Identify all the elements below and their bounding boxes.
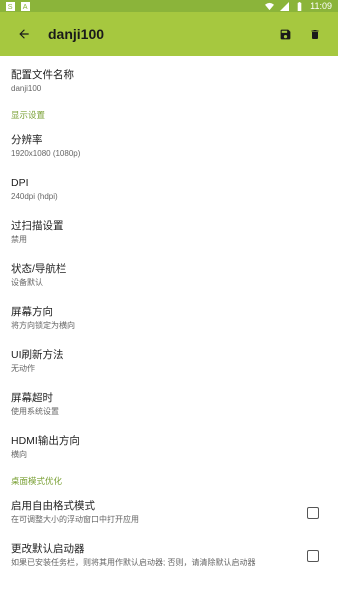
hdmi-orientation-title: HDMI输出方向: [11, 435, 80, 447]
default-launcher-title: 更改默认启动器: [11, 543, 85, 555]
back-button[interactable]: [8, 18, 40, 50]
screen-orientation-subtitle: 将方向锁定为横向: [11, 321, 75, 330]
overscan-item[interactable]: 过扫描设置 禁用: [0, 211, 338, 254]
screen-timeout-subtitle: 使用系统设置: [11, 407, 59, 416]
config-name-title: 配置文件名称: [11, 69, 74, 81]
battery-icon: [297, 1, 302, 11]
ui-refresh-subtitle: 无动作: [11, 364, 35, 373]
delete-button[interactable]: [300, 19, 330, 49]
status-time: 11:09: [310, 1, 332, 11]
freeform-mode-text: 启用自由格式模式 在可调整大小的浮动窗口中打开应用: [11, 499, 139, 526]
section-header-desktop: 桌面模式优化: [11, 476, 63, 486]
resolution-title: 分辨率: [11, 134, 43, 146]
delete-icon: [311, 29, 319, 39]
status-nav-bar-item[interactable]: 状态/导航栏 设备默认: [0, 254, 338, 297]
default-launcher-text: 更改默认启动器 如果已安装任务栏，则将其用作默认启动器; 否则，请清除默认启动器: [11, 542, 255, 569]
hdmi-orientation-subtitle: 横向: [11, 450, 27, 459]
hdmi-orientation-item[interactable]: HDMI输出方向 横向: [0, 426, 338, 469]
ui-refresh-item[interactable]: UI刷新方法 无动作: [0, 340, 338, 383]
svg-text:S: S: [8, 2, 13, 11]
status-left: S A: [6, 1, 30, 11]
screen-timeout-item[interactable]: 屏幕超时 使用系统设置: [0, 383, 338, 426]
dpi-item[interactable]: DPI 240dpi (hdpi): [0, 168, 338, 211]
signal-icon: [280, 1, 290, 11]
app-bar: danji100: [0, 12, 338, 56]
overscan-title: 过扫描设置: [11, 220, 64, 232]
ui-refresh-title: UI刷新方法: [11, 349, 64, 361]
status-nav-bar-subtitle: 设备默认: [11, 278, 43, 287]
s-icon: S: [6, 1, 15, 11]
a-icon: A: [21, 1, 30, 11]
status-nav-bar-title: 状态/导航栏: [11, 263, 67, 275]
freeform-mode-checkbox[interactable]: [307, 506, 319, 519]
screen-orientation-title: 屏幕方向: [11, 306, 53, 318]
status-right: 11:09: [265, 1, 332, 11]
arrow-back-icon: [19, 29, 29, 39]
settings-list: 配置文件名称 danji100 显示设置 分辨率 1920x1080 (1080…: [0, 56, 338, 577]
wifi-icon: [265, 2, 275, 10]
resolution-item[interactable]: 分辨率 1920x1080 (1080p): [0, 125, 338, 168]
default-launcher-item[interactable]: 更改默认启动器 如果已安装任务栏，则将其用作默认启动器; 否则，请清除默认启动器: [0, 534, 338, 577]
status-bar: S A 11:09: [0, 0, 338, 12]
default-launcher-subtitle: 如果已安装任务栏，则将其用作默认启动器; 否则，请清除默认启动器: [11, 558, 256, 567]
page-title: danji100: [48, 26, 105, 42]
freeform-mode-item[interactable]: 启用自由格式模式 在可调整大小的浮动窗口中打开应用: [0, 491, 338, 534]
freeform-mode-subtitle: 在可调整大小的浮动窗口中打开应用: [11, 515, 139, 524]
section-header-display: 显示设置: [11, 110, 46, 120]
default-launcher-checkbox[interactable]: [307, 549, 319, 562]
svg-text:A: A: [23, 2, 28, 11]
resolution-subtitle: 1920x1080 (1080p): [11, 149, 81, 158]
screen-timeout-title: 屏幕超时: [11, 392, 53, 404]
save-icon: [280, 29, 290, 39]
dpi-title: DPI: [11, 177, 29, 189]
dpi-subtitle: 240dpi (hdpi): [11, 192, 58, 201]
screen-orientation-item[interactable]: 屏幕方向 将方向锁定为横向: [0, 297, 338, 340]
config-name-item[interactable]: 配置文件名称 danji100: [0, 60, 338, 103]
overscan-subtitle: 禁用: [11, 235, 27, 244]
config-name-value: danji100: [11, 84, 42, 93]
freeform-mode-title: 启用自由格式模式: [11, 500, 95, 512]
save-button[interactable]: [270, 19, 300, 49]
